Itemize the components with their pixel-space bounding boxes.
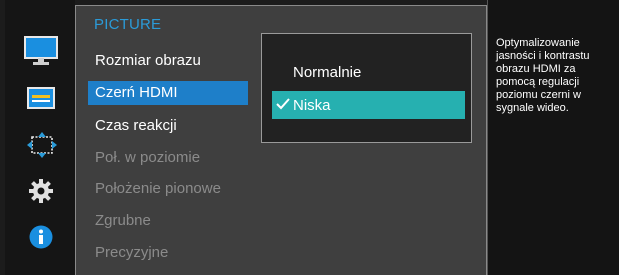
picture-icon[interactable] (24, 36, 58, 66)
option-niska[interactable]: Niska (272, 91, 465, 119)
option-label: Niska (293, 97, 331, 114)
picture-menu-panel: PICTURE Rozmiar obrazu Czerń HDMI Czas r… (75, 5, 487, 275)
menu-item-czern-hdmi[interactable]: Czerń HDMI (88, 81, 248, 105)
onscreen-display-icon[interactable] (27, 87, 55, 109)
menu-item-polozenie-pionowe: Położenie pionowe (95, 180, 221, 197)
help-panel: Optymalizowanie jasności i kontrastu obr… (487, 0, 619, 275)
option-label: Normalnie (293, 64, 362, 81)
hdmi-black-level-submenu: Normalnie Niska (261, 33, 472, 143)
menu-item-zgrubne: Zgrubne (95, 212, 151, 229)
menu-item-pol-w-poziomie: Poł. w poziomie (95, 149, 201, 166)
menu-item-precyzyjne: Precyzyjne (95, 244, 169, 261)
osd-menu-window: PICTURE Rozmiar obrazu Czerń HDMI Czas r… (0, 0, 619, 275)
category-icon-bar (5, 0, 75, 275)
menu-title: PICTURE (94, 16, 162, 33)
check-icon (276, 91, 290, 119)
settings-gear-icon[interactable] (28, 178, 54, 204)
position-icon[interactable] (27, 132, 57, 158)
menu-item-rozmiar-obrazu[interactable]: Rozmiar obrazu (88, 49, 248, 73)
menu-item-czas-reakcji[interactable]: Czas reakcji (88, 114, 248, 138)
option-normalnie[interactable]: Normalnie (272, 59, 465, 87)
info-icon[interactable] (29, 225, 53, 249)
help-description: Optymalizowanie jasności i kontrastu obr… (496, 37, 590, 114)
